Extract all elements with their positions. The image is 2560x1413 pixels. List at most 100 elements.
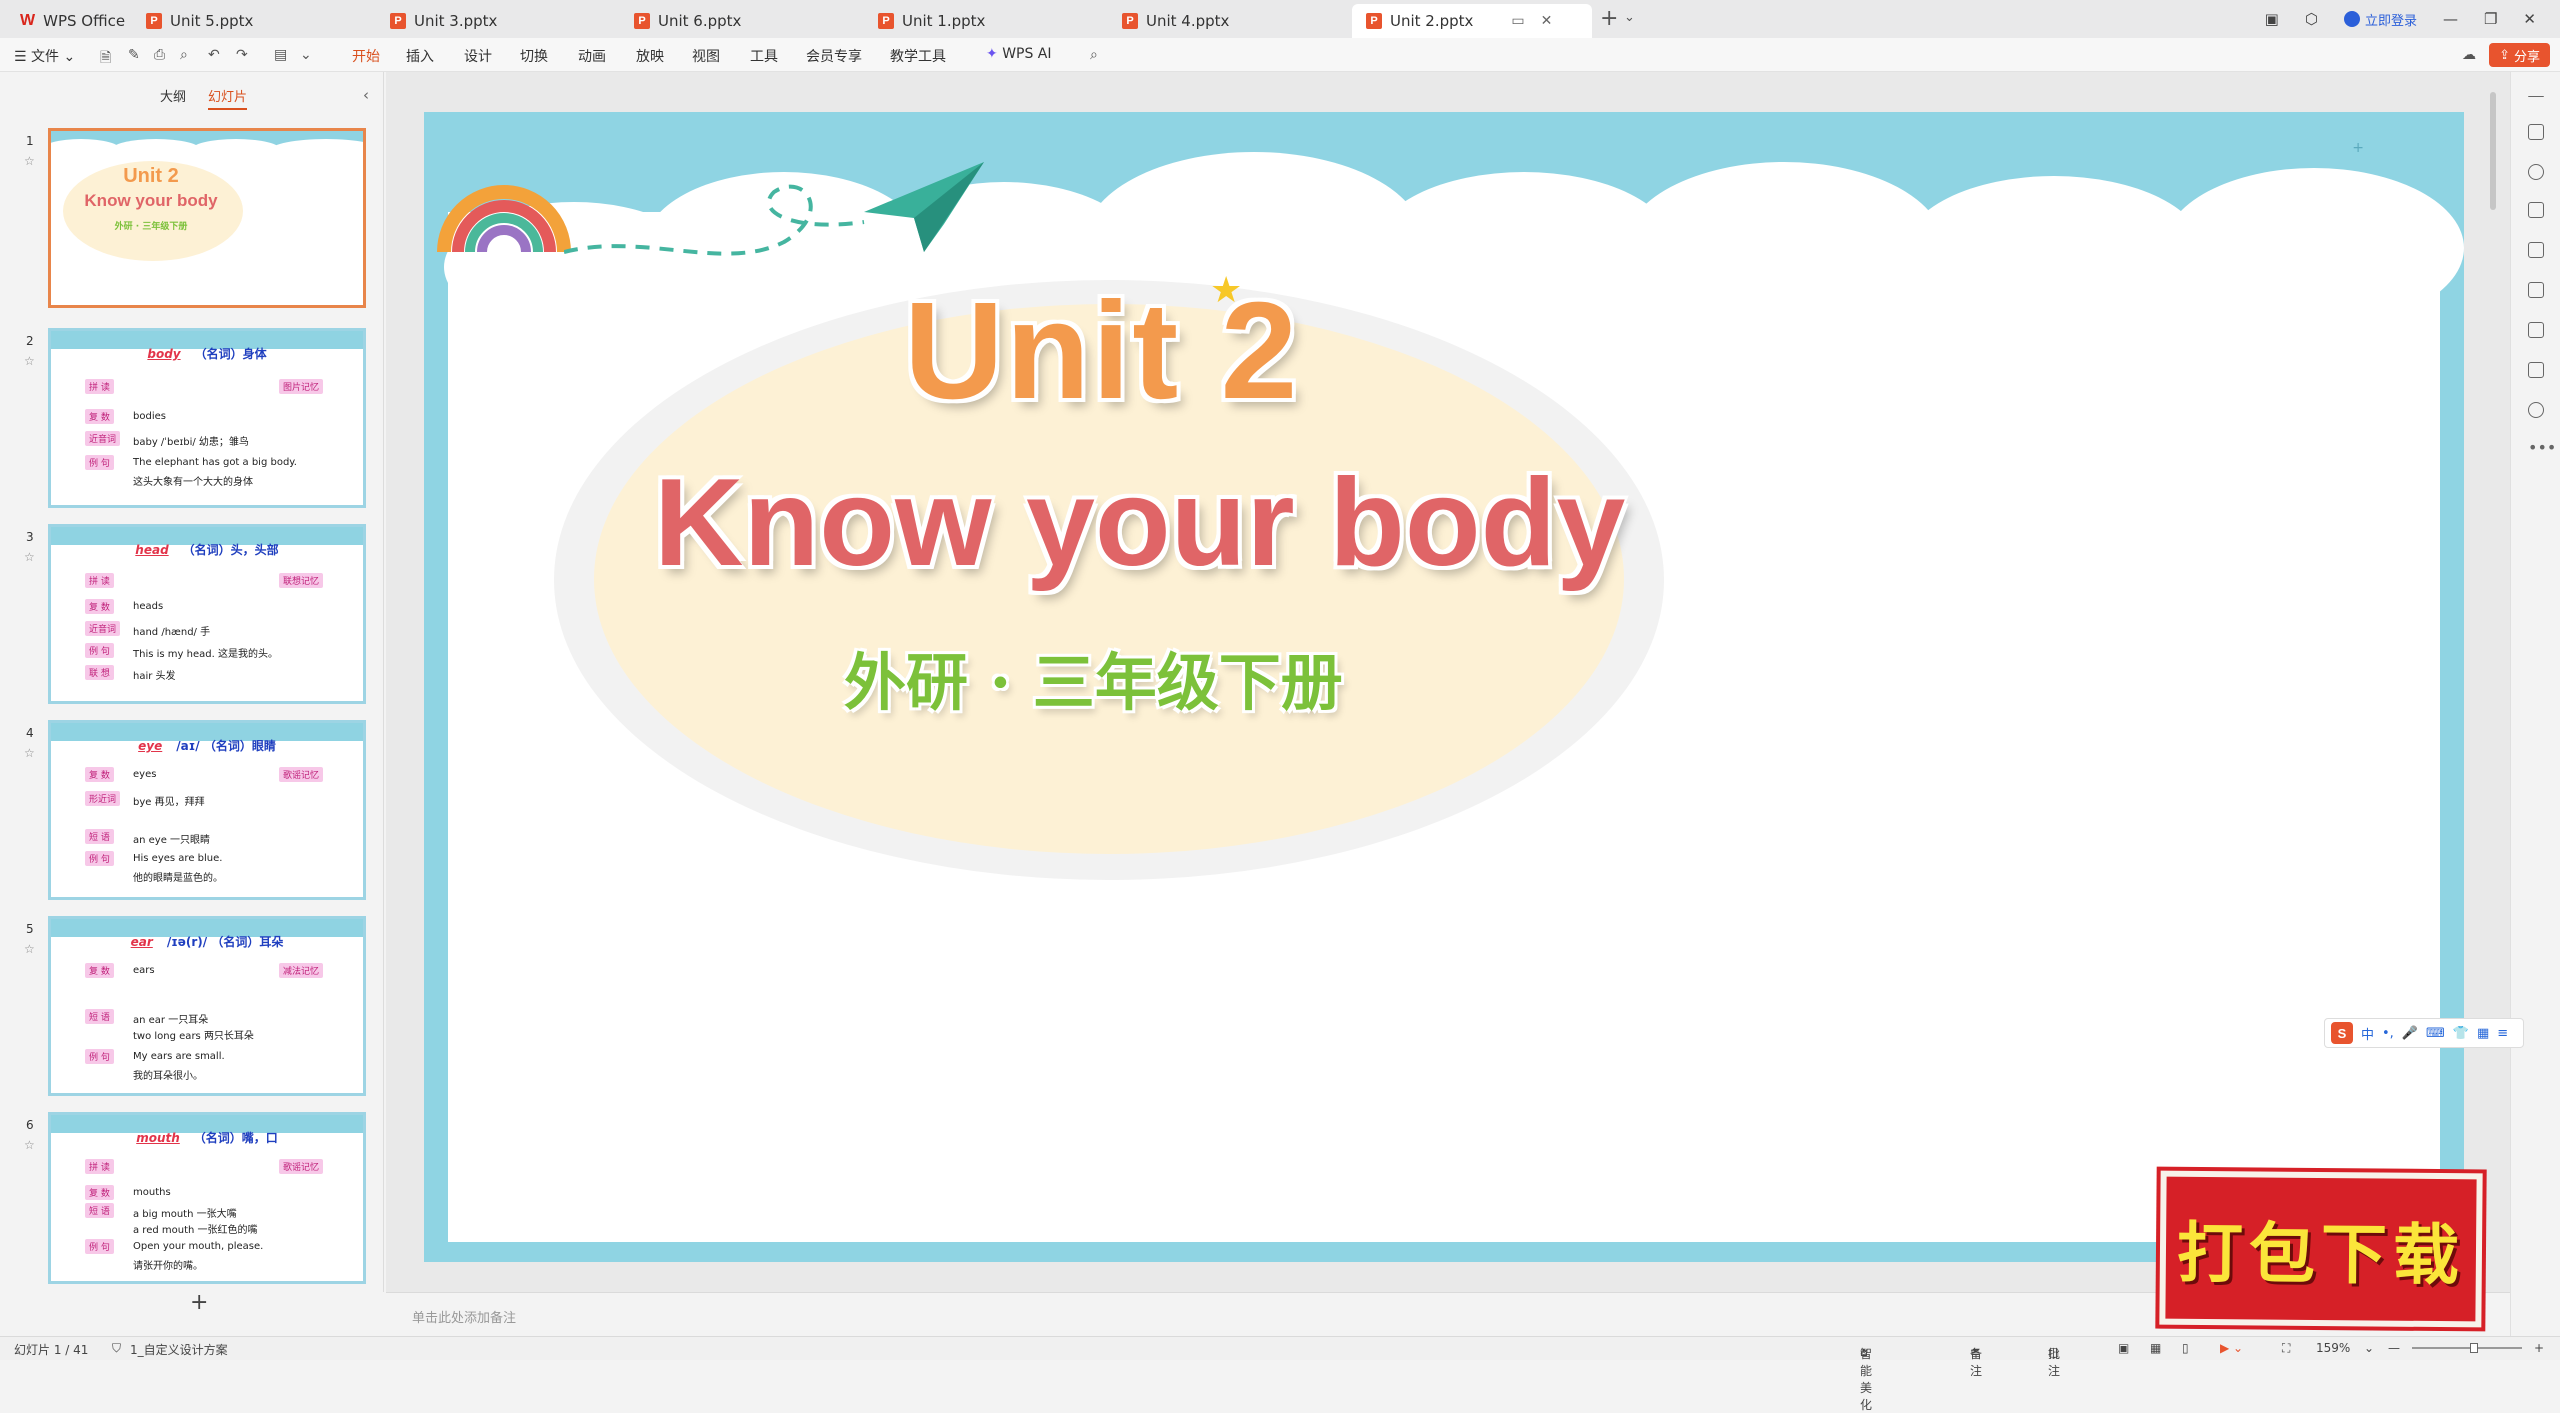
pptx-file-icon: P [390,13,406,29]
chevron-down-icon[interactable]: ⌄ [1624,10,1635,25]
punctuation-icon[interactable]: •, [2382,1026,2394,1041]
tag-label: 短 语 [85,1009,114,1024]
star-icon[interactable]: ☆ [24,1138,35,1152]
menu-animation[interactable]: 动画 [578,46,606,66]
minimize-icon[interactable]: — [2443,10,2458,28]
tab-unit3[interactable]: P Unit 3.pptx [376,4,616,38]
settings-sliders-icon[interactable] [2528,124,2544,140]
skin-icon[interactable]: 👕 [2453,1026,2469,1041]
status-bar: 幻灯片 1 / 41 ⛉ 1_自定义设计方案 ⌂ 智能美化 ⌄ ≡ 备注 ⌄ ▢… [0,1336,2560,1412]
canvas-scrollbar[interactable] [2490,92,2496,210]
add-slide-button[interactable]: + [190,1290,208,1315]
collapse-panel-icon[interactable]: ‹ [363,86,369,104]
tab-wps-home[interactable]: W WPS Office [6,4,139,38]
ime-menu-icon[interactable]: ≡ [2497,1026,2508,1041]
notes-button[interactable]: ≡ 备注 ⌄ [1970,1341,1982,1378]
format-painter-icon[interactable]: ▤ [274,47,287,63]
zoom-in-icon[interactable]: + [2534,1341,2544,1355]
tab-unit5[interactable]: P Unit 5.pptx [132,4,372,38]
menu-tools[interactable]: 工具 [750,46,778,66]
slide-thumb-row: 4 ☆ eye/aɪ/ （名词）眼睛 复 数 eyes 歌谣记忆 形近词 bye… [0,720,384,900]
book-icon[interactable] [2528,322,2544,338]
menu-design[interactable]: 设计 [464,46,492,66]
magic-tools-icon[interactable] [2528,282,2544,298]
star-favorite-icon[interactable] [2528,164,2544,180]
slide-thumbnail[interactable]: ear/ɪə(r)/ （名词）耳朵 复 数 ears 减法记忆 短 语 an e… [48,916,366,1096]
close-window-icon[interactable]: ✕ [2523,10,2536,28]
slide-thumbnail[interactable]: head （名词）头，头部 拼 读 联想记忆 复 数 heads 近音词 hand… [48,524,366,704]
zoom-out-icon[interactable]: — [2388,1341,2400,1355]
ai-spark-icon: ✦ [986,46,998,62]
more-icon[interactable]: ••• [2528,440,2556,458]
print-icon[interactable]: ⎙ [154,47,165,63]
reading-view-icon[interactable]: ▯ [2182,1341,2189,1355]
layout-icon[interactable]: ▣ [2265,10,2279,28]
redo-icon[interactable]: ↷ [236,47,248,63]
star-icon[interactable]: ☆ [24,154,35,168]
tab-unit1[interactable]: P Unit 1.pptx [864,4,1104,38]
chevron-down-icon[interactable]: ⌄ [300,47,312,63]
save-icon[interactable]: 🗎 [100,47,111,71]
cube-icon[interactable]: ⬡ [2305,10,2318,28]
grid-icon[interactable]: ▦ [2477,1026,2489,1041]
slide-subtitle[interactable]: 外研 · 三年级下册 [844,632,1343,722]
share-button[interactable]: ⇪ 分享 [2489,43,2550,67]
new-tab-button[interactable]: + [1600,6,1618,31]
close-tab-icon[interactable]: ✕ [1541,13,1553,29]
slide-thumbnail[interactable]: body （名词）身体 拼 读 图片记忆 复 数 bodies 近音词 baby … [48,328,366,508]
sorter-view-icon[interactable]: ▦ [2150,1341,2161,1355]
current-slide[interactable]: Unit 2 ★ Know your body 外研 · 三年级下册 + [424,112,2464,1262]
slide-main-title[interactable]: Know your body [654,452,1625,594]
theme-name[interactable]: 1_自定义设计方案 [130,1341,228,1358]
menu-transition[interactable]: 切换 [520,46,548,66]
tab-unit6[interactable]: P Unit 6.pptx [620,4,860,38]
slide-thumbnail[interactable]: Unit 2 Know your body 外研 · 三年级下册 [48,128,366,308]
download-stamp[interactable]: 打包下载 [2159,1170,2483,1328]
shirt-icon[interactable] [2528,362,2544,378]
fit-window-icon[interactable]: ⛶ [2282,1341,2290,1356]
menu-teaching-tools[interactable]: 教学工具 [890,46,946,66]
minimize-panel-icon[interactable] [2528,96,2544,98]
cloud-sync-icon[interactable]: ☁ [2462,47,2476,63]
zoom-slider-handle[interactable] [2470,1343,2478,1353]
menu-insert[interactable]: 插入 [406,46,434,66]
slide-counter: 幻灯片 1 / 41 [14,1343,89,1357]
menu-wps-ai[interactable]: ✦ WPS AI [986,46,1052,62]
microphone-icon[interactable]: 🎤 [2402,1026,2418,1041]
slide-thumbnail[interactable]: mouth （名词）嘴，口 拼 读 歌谣记忆 复 数 mouths 短 语 a b… [48,1112,366,1284]
beautify-button[interactable]: ⌂ 智能美化 ⌄ [1860,1341,1872,1412]
menu-bar: ☰ 文件 ⌄ 🗎 ✎ ⎙ ⌕ ↶ ↷ ▤ ⌄ 开始 插入 设计 切换 动画 放映… [0,38,2560,74]
ime-mode[interactable]: 中 [2361,1024,2374,1043]
help-icon[interactable] [2528,402,2544,418]
restore-icon[interactable]: ❐ [2484,10,2497,28]
monitor-icon[interactable]: ▭ [1511,13,1524,29]
tab-unit2[interactable]: P Unit 2.pptx ▭ ✕ [1352,4,1592,38]
zoom-level[interactable]: 159% [2316,1341,2350,1355]
image-edit-icon[interactable] [2528,242,2544,258]
menu-view[interactable]: 视图 [692,46,720,66]
keyboard-icon[interactable]: ⌨ [2426,1026,2445,1041]
login-button[interactable]: 立即登录 [2343,10,2417,29]
menu-member[interactable]: 会员专享 [806,46,862,66]
edit-icon[interactable]: ✎ [128,47,140,63]
file-menu[interactable]: ☰ 文件 ⌄ [14,46,75,66]
star-icon[interactable]: ☆ [24,354,35,368]
star-icon[interactable]: ☆ [24,942,35,956]
preview-icon[interactable]: ⌕ [180,47,188,63]
zoom-slider[interactable] [2412,1347,2522,1349]
slide-thumbnail[interactable]: eye/aɪ/ （名词）眼睛 复 数 eyes 歌谣记忆 形近词 bye 再见，… [48,720,366,900]
menu-home[interactable]: 开始 [352,46,380,74]
play-slideshow-icon[interactable]: ▶ ⌄ [2220,1341,2243,1355]
tab-outline[interactable]: 大纲 [160,86,186,110]
tab-unit4[interactable]: P Unit 4.pptx [1108,4,1348,38]
undo-icon[interactable]: ↶ [208,47,220,63]
normal-view-icon[interactable]: ▣ [2118,1341,2129,1355]
star-icon[interactable]: ☆ [24,746,35,760]
star-icon[interactable]: ☆ [24,550,35,564]
tab-slides[interactable]: 幻灯片 [208,86,248,110]
ime-toolbar[interactable]: S 中 •, 🎤 ⌨ 👕 ▦ ≡ [2324,1018,2524,1048]
chevron-down-icon[interactable]: ⌄ [2364,1341,2374,1355]
menu-slideshow[interactable]: 放映 [636,46,664,66]
copy-icon[interactable] [2528,202,2544,218]
search-icon[interactable]: ⌕ [1090,47,1098,63]
